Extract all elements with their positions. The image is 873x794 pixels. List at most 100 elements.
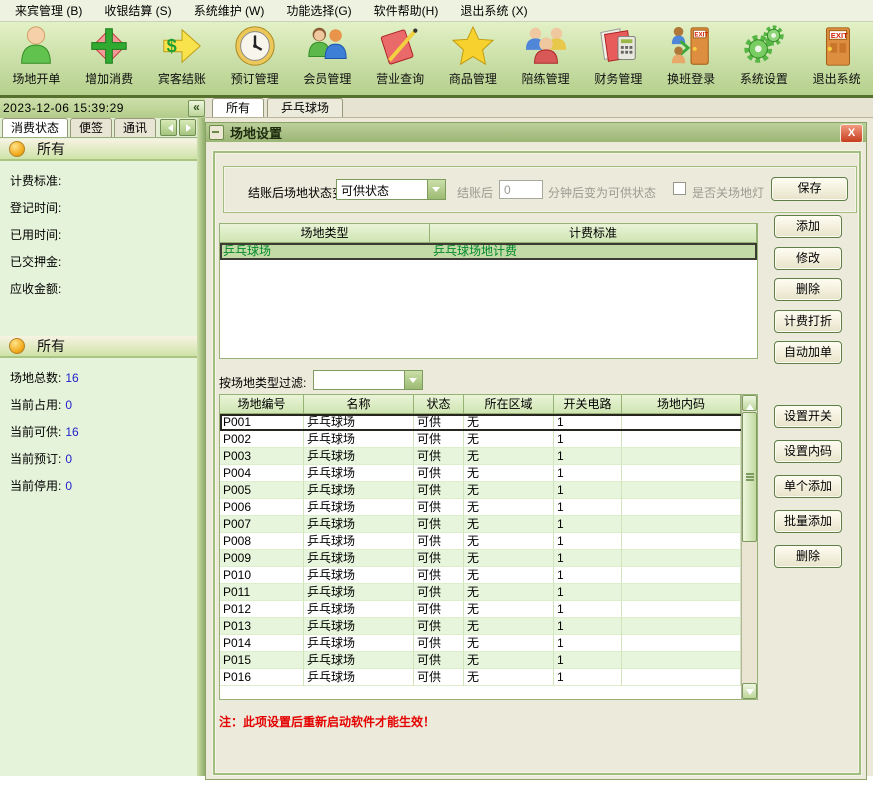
- toolbar-item-营业查询[interactable]: 营业查询: [364, 22, 437, 95]
- type-button-删除[interactable]: 删除: [774, 278, 842, 301]
- table-row[interactable]: P003乒乓球场可供无1: [220, 448, 757, 465]
- column-header[interactable]: 开关电路: [554, 395, 622, 413]
- table-cell: 1: [554, 618, 622, 635]
- venue-button-单个添加[interactable]: 单个添加: [774, 475, 842, 498]
- type-button-修改[interactable]: 修改: [774, 247, 842, 270]
- toolbar-item-增加消费[interactable]: 增加消费: [73, 22, 146, 95]
- minutes-input[interactable]: 0: [499, 180, 543, 199]
- table-cell: 无: [464, 601, 554, 618]
- column-header[interactable]: 场地内码: [622, 395, 741, 413]
- tab-scroll-left-icon[interactable]: [160, 119, 177, 136]
- left-panel-tab[interactable]: 通讯: [114, 118, 156, 137]
- column-header[interactable]: 所在区域: [464, 395, 554, 413]
- menu-item[interactable]: 收银结算 (S): [93, 0, 182, 22]
- type-filter-dropdown[interactable]: [313, 370, 423, 390]
- table-cell: [622, 414, 741, 431]
- menu-item[interactable]: 系统维护 (W): [183, 0, 276, 22]
- table-cell: P009: [220, 550, 304, 567]
- table-row[interactable]: P005乒乓球场可供无1: [220, 482, 757, 499]
- toolbar-item-财务管理[interactable]: 财务管理: [582, 22, 655, 95]
- tab-scroll-right-icon[interactable]: [179, 119, 196, 136]
- table-cell: [622, 652, 741, 669]
- table-cell: 可供: [414, 618, 464, 635]
- table-row[interactable]: 乒乓球场乒乓球场地计费: [220, 243, 757, 260]
- chevron-down-icon[interactable]: [404, 371, 422, 389]
- column-header[interactable]: 场地编号: [220, 395, 304, 413]
- table-row[interactable]: P013乒乓球场可供无1: [220, 618, 757, 635]
- left-panel-tab[interactable]: 便签: [70, 118, 112, 137]
- venue-button-设置开关[interactable]: 设置开关: [774, 405, 842, 428]
- column-header[interactable]: 计费标准: [430, 224, 757, 242]
- type-button-计费打折[interactable]: 计费打折: [774, 310, 842, 333]
- lights-off-checkbox[interactable]: [673, 182, 686, 195]
- column-header[interactable]: 状态: [414, 395, 464, 413]
- collapse-panel-button[interactable]: «: [188, 100, 205, 117]
- toolbar-item-陪练管理[interactable]: 陪练管理: [509, 22, 582, 95]
- menu-item[interactable]: 功能选择(G): [275, 0, 362, 22]
- info-field: 已用时间:: [10, 226, 65, 243]
- toolbar-item-label: 场地开单: [12, 70, 60, 87]
- toolbar-item-会员管理[interactable]: 会员管理: [291, 22, 364, 95]
- table-cell: 无: [464, 567, 554, 584]
- venue-button-批量添加[interactable]: 批量添加: [774, 510, 842, 533]
- toolbar-item-宾客结账[interactable]: $宾客结账: [146, 22, 219, 95]
- venue-type-table[interactable]: 场地类型计费标准乒乓球场乒乓球场地计费: [219, 223, 758, 359]
- table-row[interactable]: P016乒乓球场可供无1: [220, 669, 757, 686]
- view-tab[interactable]: 所有: [212, 98, 264, 117]
- menu-item[interactable]: 退出系统 (X): [449, 0, 538, 22]
- dialog-title-bar[interactable]: 场地设置: [206, 123, 866, 142]
- table-cell: P004: [220, 465, 304, 482]
- table-cell: 可供: [414, 635, 464, 652]
- type-button-添加[interactable]: 添加: [774, 215, 842, 238]
- table-row[interactable]: P004乒乓球场可供无1: [220, 465, 757, 482]
- venue-button-设置内码[interactable]: 设置内码: [774, 440, 842, 463]
- menu-item[interactable]: 软件帮助(H): [363, 0, 450, 22]
- view-tab[interactable]: 乒乓球场: [267, 98, 343, 117]
- table-row[interactable]: P015乒乓球场可供无1: [220, 652, 757, 669]
- toolbar-item-label: 陪练管理: [522, 70, 570, 87]
- toolbar-item-场地开单[interactable]: 场地开单: [0, 22, 73, 95]
- type-button-自动加单[interactable]: 自动加单: [774, 341, 842, 364]
- column-header[interactable]: 名称: [304, 395, 414, 413]
- toolbar-item-系统设置[interactable]: 系统设置: [728, 22, 801, 95]
- status-dropdown[interactable]: 可供状态: [336, 179, 446, 200]
- venue-management-app: 来宾管理 (B)收银结算 (S)系统维护 (W)功能选择(G)软件帮助(H)退出…: [0, 0, 873, 794]
- table-row[interactable]: P009乒乓球场可供无1: [220, 550, 757, 567]
- shift-door-icon: EXIT: [668, 23, 714, 69]
- status-dropdown-value: 可供状态: [337, 180, 427, 199]
- add-consume-icon: [86, 23, 132, 69]
- table-row[interactable]: P012乒乓球场可供无1: [220, 601, 757, 618]
- table-row[interactable]: P007乒乓球场可供无1: [220, 516, 757, 533]
- scrollbar-thumb[interactable]: [742, 412, 757, 542]
- vertical-scrollbar[interactable]: [741, 395, 757, 699]
- table-row[interactable]: P001乒乓球场可供无1: [220, 414, 757, 431]
- chevron-down-icon[interactable]: [427, 180, 445, 199]
- orange-ball-icon: [9, 141, 25, 157]
- field-value: 0: [65, 452, 72, 466]
- close-icon[interactable]: X: [840, 124, 863, 143]
- toolbar-item-退出系统[interactable]: EXIT退出系统: [800, 22, 873, 95]
- menu-item[interactable]: 来宾管理 (B): [4, 0, 93, 22]
- table-cell: 乒乓球场: [304, 533, 414, 550]
- save-button[interactable]: 保存: [771, 177, 848, 201]
- venue-button-删除[interactable]: 删除: [774, 545, 842, 568]
- table-row[interactable]: P014乒乓球场可供无1: [220, 635, 757, 652]
- table-row[interactable]: P002乒乓球场可供无1: [220, 431, 757, 448]
- left-panel-tab[interactable]: 消费状态: [2, 118, 68, 137]
- toolbar-item-换班登录[interactable]: EXIT换班登录: [655, 22, 728, 95]
- venue-list-table[interactable]: 场地编号名称状态所在区域开关电路场地内码P001乒乓球场可供无1P002乒乓球场…: [219, 394, 758, 700]
- field-value: 0: [65, 479, 72, 493]
- table-cell: [622, 448, 741, 465]
- scroll-up-icon[interactable]: [742, 395, 757, 411]
- table-cell: 可供: [414, 533, 464, 550]
- toolbar-item-商品管理[interactable]: 商品管理: [437, 22, 510, 95]
- column-header[interactable]: 场地类型: [220, 224, 430, 242]
- toolbar-item-预订管理[interactable]: 预订管理: [218, 22, 291, 95]
- table-cell: 无: [464, 482, 554, 499]
- scroll-down-icon[interactable]: [742, 683, 757, 699]
- table-row[interactable]: P010乒乓球场可供无1: [220, 567, 757, 584]
- table-row[interactable]: P011乒乓球场可供无1: [220, 584, 757, 601]
- table-cell: 无: [464, 652, 554, 669]
- table-row[interactable]: P006乒乓球场可供无1: [220, 499, 757, 516]
- table-row[interactable]: P008乒乓球场可供无1: [220, 533, 757, 550]
